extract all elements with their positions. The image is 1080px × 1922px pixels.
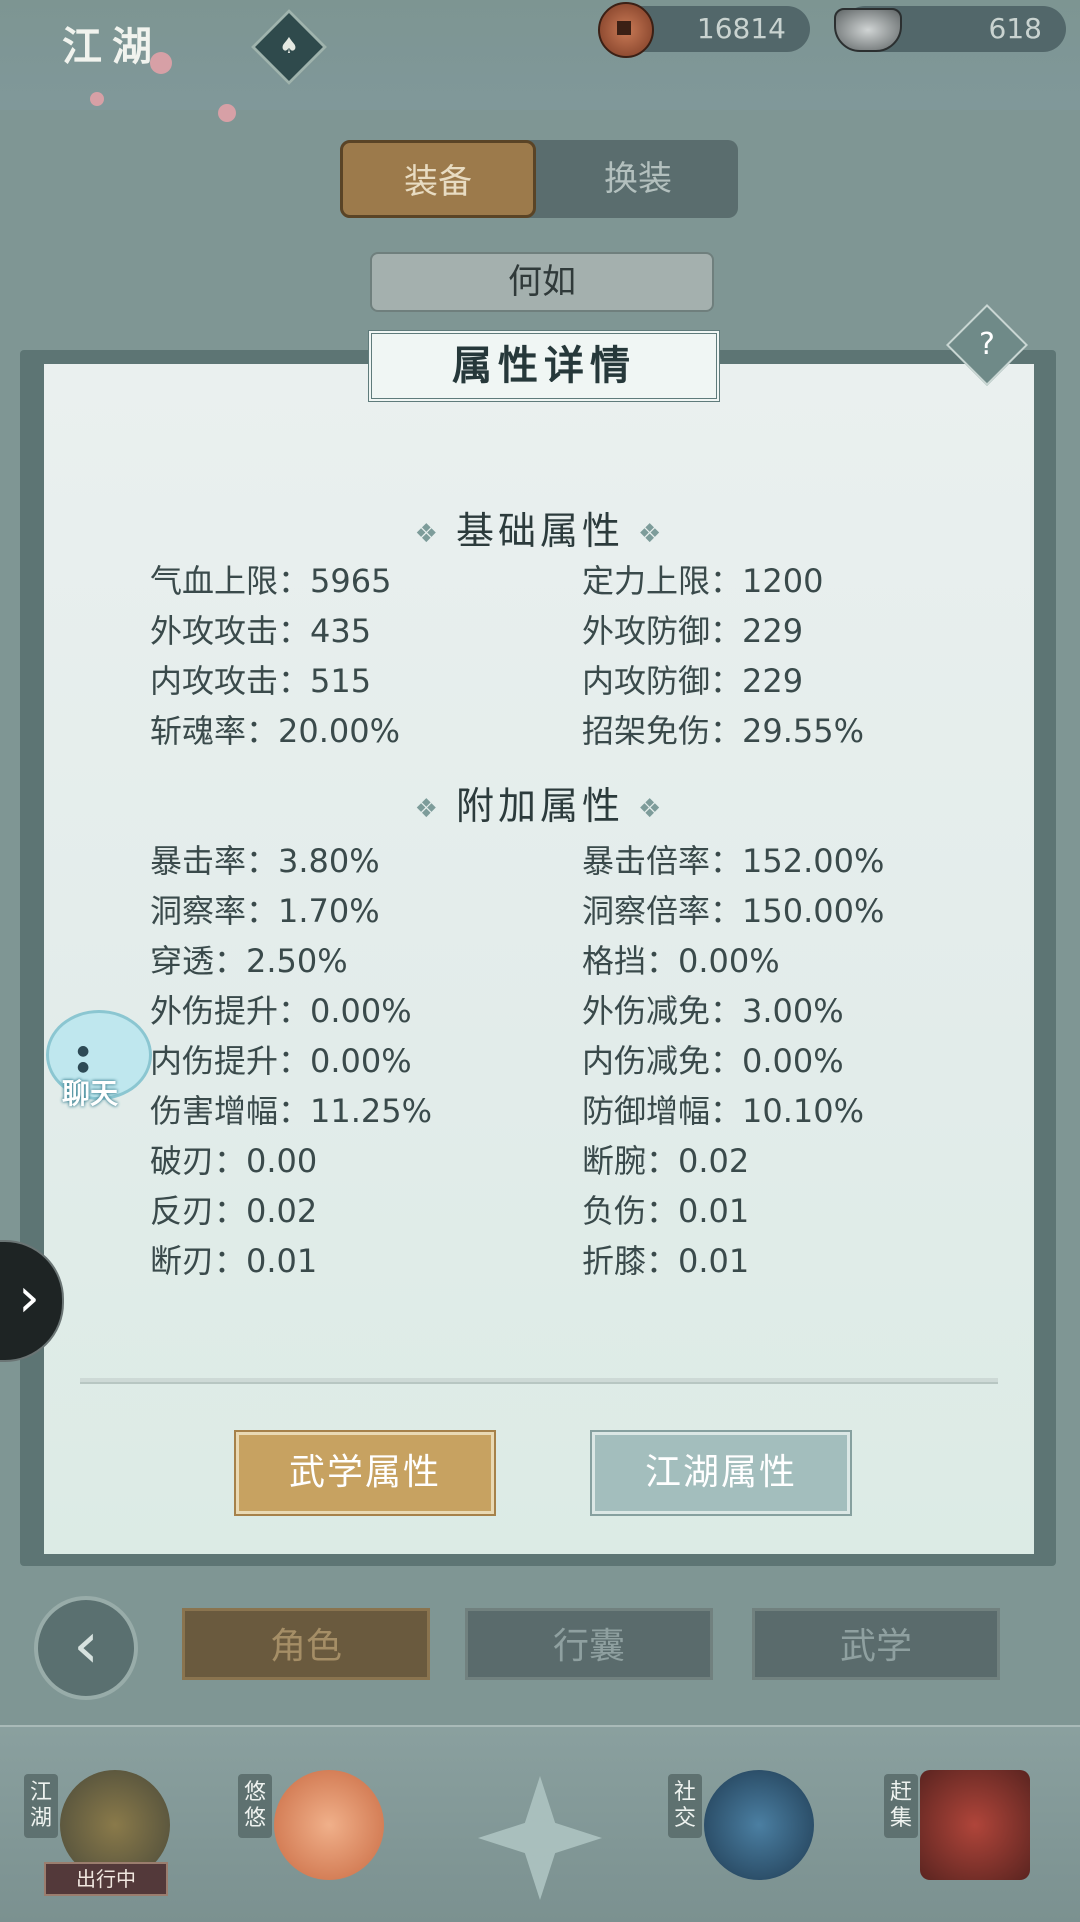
- stat-item: 暴击率：3.80%: [150, 842, 380, 880]
- dock-item-social[interactable]: 社交: [668, 1760, 818, 1900]
- stat-item: 外攻防御：229: [582, 612, 804, 650]
- stat-item: 穿透：2.50%: [150, 942, 348, 980]
- stat-item: 内攻防御：229: [582, 662, 804, 700]
- blossom-decoration: [218, 104, 236, 122]
- location-title-area[interactable]: 江湖 ♠: [0, 0, 360, 122]
- jianghu-attributes-button[interactable]: 江湖属性: [592, 1432, 850, 1514]
- wave-art-icon: [704, 1770, 814, 1880]
- character-name: 何如: [370, 252, 714, 312]
- back-button[interactable]: ‹: [34, 1596, 138, 1700]
- diamond-ornament-icon: ❖: [638, 518, 666, 549]
- stat-item: 反刃：0.02: [150, 1192, 318, 1230]
- diamond-ornament-icon: ❖: [638, 793, 666, 824]
- stat-item: 格挡：0.00%: [582, 942, 780, 980]
- swallow-art-icon: [274, 1770, 384, 1880]
- travel-status-badge: 出行中: [44, 1862, 168, 1896]
- stat-item: 定力上限：1200: [582, 562, 824, 600]
- stat-item: 内伤减免：0.00%: [582, 1042, 844, 1080]
- question-icon: ?: [979, 327, 995, 362]
- dock-label: 江湖: [24, 1774, 58, 1838]
- star-point: [478, 1818, 602, 1858]
- dock-label: 赶集: [884, 1774, 918, 1838]
- dock-item-youyou[interactable]: 悠悠: [238, 1760, 388, 1900]
- stat-item: 内伤提升：0.00%: [150, 1042, 412, 1080]
- section-title-extra: ❖ 附加属性 ❖: [414, 784, 666, 828]
- stat-item: 内攻攻击：515: [150, 662, 372, 700]
- blossom-decoration: [90, 92, 104, 106]
- basket-art-icon: [920, 1770, 1030, 1880]
- stat-item: 负伤：0.01: [582, 1192, 750, 1230]
- tab-equipment[interactable]: 装备: [340, 140, 536, 218]
- section-title-basic: ❖ 基础属性 ❖: [414, 509, 666, 553]
- stat-item: 斩魂率：20.00%: [150, 712, 401, 750]
- silver-currency[interactable]: 618: [834, 6, 1066, 52]
- tab-outfit[interactable]: 换装: [538, 140, 738, 218]
- diamond-ornament-icon: ❖: [414, 793, 442, 824]
- copper-coin-icon: [598, 2, 654, 58]
- chat-label[interactable]: 聊天: [62, 1072, 118, 1112]
- face-icon: ● ●: [77, 1043, 106, 1075]
- compass-star-icon[interactable]: [478, 1776, 602, 1900]
- martial-attributes-button[interactable]: 武学属性: [236, 1432, 494, 1514]
- stat-item: 暴击倍率：152.00%: [582, 842, 885, 880]
- copper-amount: 16814: [696, 12, 786, 45]
- dock-label: 悠悠: [238, 1774, 272, 1838]
- nav-role-button[interactable]: 角色: [182, 1608, 430, 1680]
- stat-item: 外攻攻击：435: [150, 612, 372, 650]
- stat-item: 洞察率：1.70%: [150, 892, 380, 930]
- dock-label: 社交: [668, 1774, 702, 1838]
- stat-item: 断刃：0.01: [150, 1242, 318, 1280]
- stat-item: 伤害增幅：11.25%: [150, 1092, 433, 1130]
- equipment-tabs: 装备 换装: [340, 140, 738, 218]
- silver-amount: 618: [988, 12, 1042, 45]
- panel-divider: [80, 1378, 998, 1384]
- stat-item: 气血上限：5965: [150, 562, 392, 600]
- stat-item: 折膝：0.01: [582, 1242, 750, 1280]
- stat-item: 破刃：0.00: [150, 1142, 318, 1180]
- dock-item-market[interactable]: 赶集: [884, 1760, 1034, 1900]
- stat-item: 外伤提升：0.00%: [150, 992, 412, 1030]
- stat-item: 洞察倍率：150.00%: [582, 892, 885, 930]
- stat-item: 断腕：0.02: [582, 1142, 750, 1180]
- stat-item: 招架免伤：29.55%: [582, 712, 865, 750]
- nav-skill-button[interactable]: 武学: [752, 1608, 1000, 1680]
- panel-title: 属性详情: [368, 330, 720, 402]
- silver-ingot-icon: [834, 8, 902, 52]
- stat-item: 防御增幅：10.10%: [582, 1092, 865, 1130]
- nav-bag-button[interactable]: 行囊: [465, 1608, 713, 1680]
- diamond-ornament-icon: ❖: [414, 518, 442, 549]
- location-badge-icon[interactable]: ♠: [250, 8, 328, 86]
- copper-currency[interactable]: 16814: [598, 2, 810, 58]
- stat-item: 外伤减免：3.00%: [582, 992, 844, 1030]
- location-title: 江湖: [62, 23, 162, 70]
